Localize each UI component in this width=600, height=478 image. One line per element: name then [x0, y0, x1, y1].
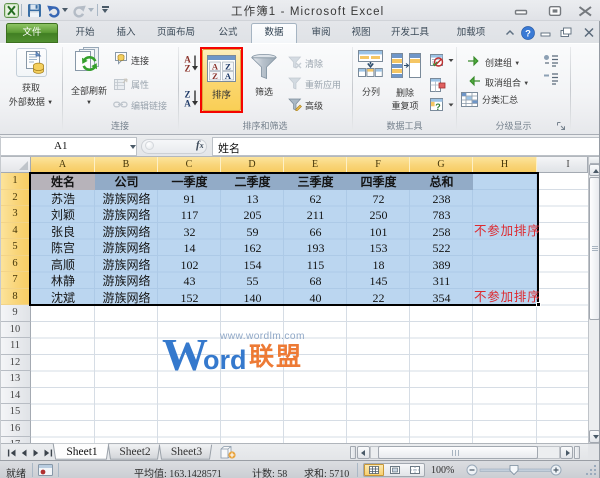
svg-text:Z: Z: [184, 64, 190, 73]
svg-text:A: A: [184, 99, 191, 108]
svg-text:?: ?: [525, 29, 531, 40]
svg-text:?: ?: [435, 102, 441, 112]
